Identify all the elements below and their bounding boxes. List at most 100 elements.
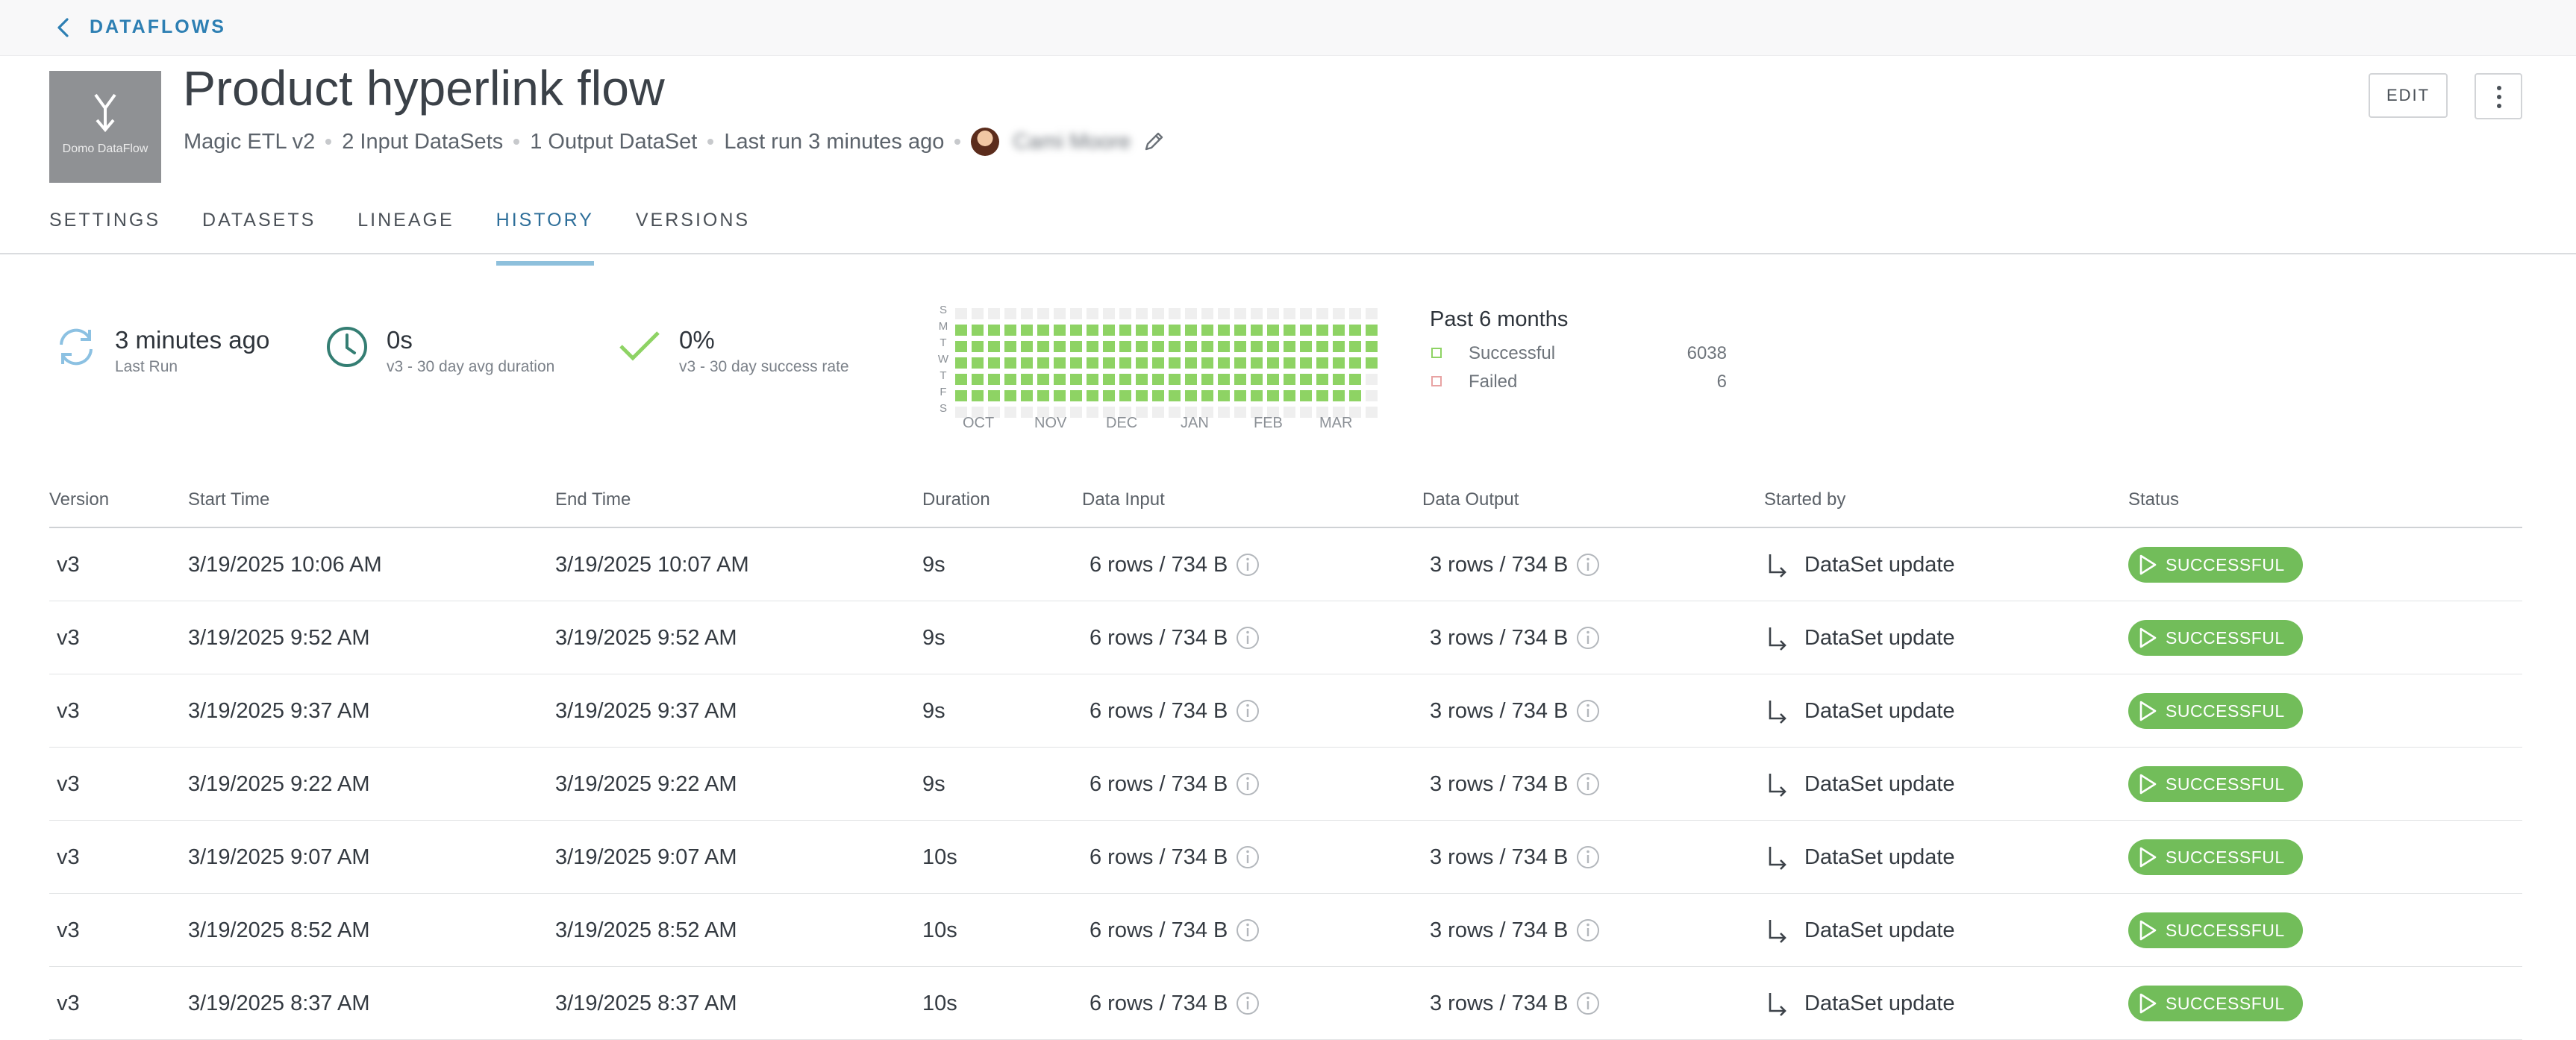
heatmap-cell[interactable] [1366, 374, 1378, 385]
table-row[interactable]: v3 3/19/2025 8:37 AM 3/19/2025 8:37 AM 10s 6… [49, 967, 2522, 1040]
column-header-started-by[interactable]: Started by [1764, 489, 1845, 510]
info-icon[interactable] [1235, 918, 1260, 943]
pencil-icon[interactable] [1141, 129, 1166, 154]
heatmap-cell[interactable] [1201, 341, 1213, 352]
heatmap-cell[interactable] [1087, 357, 1098, 369]
heatmap-cell[interactable] [1136, 390, 1148, 401]
column-header-end-time[interactable]: End Time [555, 489, 631, 510]
heatmap-cell[interactable] [988, 357, 1000, 369]
heatmap-cell[interactable] [1316, 325, 1328, 336]
table-row[interactable]: v3 3/19/2025 8:52 AM 3/19/2025 8:52 AM 10s 6… [49, 894, 2522, 967]
info-icon[interactable] [1575, 552, 1601, 577]
heatmap-cell[interactable] [1185, 357, 1197, 369]
heatmap-cell[interactable] [1021, 374, 1033, 385]
column-header-data-output[interactable]: Data Output [1422, 489, 1519, 510]
heatmap-cell[interactable] [972, 357, 984, 369]
heatmap-cell[interactable] [1267, 341, 1279, 352]
table-row[interactable]: v3 3/19/2025 9:37 AM 3/19/2025 9:37 AM 9s 6 … [49, 674, 2522, 748]
heatmap-cell[interactable] [955, 374, 967, 385]
status-badge[interactable]: SUCCESSFUL [2128, 986, 2303, 1021]
heatmap-cell[interactable] [1267, 308, 1279, 319]
heatmap-cell[interactable] [1234, 374, 1246, 385]
heatmap-cell[interactable] [988, 341, 1000, 352]
heatmap-cell[interactable] [1201, 390, 1213, 401]
heatmap-cell[interactable] [1004, 374, 1016, 385]
heatmap-cell[interactable] [1054, 341, 1066, 352]
heatmap-cell[interactable] [1218, 357, 1230, 369]
heatmap-cell[interactable] [1366, 390, 1378, 401]
tab-settings[interactable]: SETTINGS [49, 201, 160, 254]
heatmap-cell[interactable] [1218, 341, 1230, 352]
heatmap-cell[interactable] [1004, 390, 1016, 401]
heatmap-cell[interactable] [988, 325, 1000, 336]
heatmap-cell[interactable] [1316, 341, 1328, 352]
heatmap-cell[interactable] [1087, 390, 1098, 401]
heatmap-cell[interactable] [1218, 325, 1230, 336]
heatmap-cell[interactable] [972, 308, 984, 319]
info-icon[interactable] [1575, 698, 1601, 724]
heatmap-cell[interactable] [1284, 390, 1295, 401]
table-row[interactable]: v3 3/19/2025 9:22 AM 3/19/2025 9:22 AM 9s 6 … [49, 748, 2522, 821]
heatmap-cell[interactable] [1103, 308, 1115, 319]
heatmap-cell[interactable] [1021, 325, 1033, 336]
heatmap-cell[interactable] [1333, 374, 1345, 385]
tab-datasets[interactable]: DATASETS [202, 201, 316, 254]
heatmap-cell[interactable] [1185, 374, 1197, 385]
heatmap-cell[interactable] [1103, 357, 1115, 369]
heatmap-cell[interactable] [1251, 308, 1263, 319]
heatmap-cell[interactable] [1119, 325, 1131, 336]
heatmap-cell[interactable] [1234, 341, 1246, 352]
heatmap-cell[interactable] [1037, 308, 1049, 319]
heatmap-cell[interactable] [1004, 407, 1016, 418]
heatmap-cell[interactable] [1300, 357, 1312, 369]
heatmap-cell[interactable] [1169, 374, 1181, 385]
table-row[interactable]: v3 3/19/2025 10:06 AM 3/19/2025 10:07 AM 9s… [49, 528, 2522, 601]
heatmap-cell[interactable] [1366, 341, 1378, 352]
heatmap-cell[interactable] [1349, 390, 1361, 401]
heatmap-cell[interactable] [955, 341, 967, 352]
heatmap-cell[interactable] [1333, 390, 1345, 401]
heatmap-cell[interactable] [955, 390, 967, 401]
heatmap-cell[interactable] [1054, 390, 1066, 401]
heatmap-cell[interactable] [1152, 407, 1164, 418]
heatmap-cell[interactable] [1152, 390, 1164, 401]
heatmap-cell[interactable] [988, 374, 1000, 385]
heatmap-cell[interactable] [955, 357, 967, 369]
heatmap-cell[interactable] [1103, 374, 1115, 385]
owner-avatar[interactable] [971, 128, 1000, 156]
heatmap-cell[interactable] [1119, 357, 1131, 369]
heatmap-cell[interactable] [1037, 390, 1049, 401]
status-badge[interactable]: SUCCESSFUL [2128, 839, 2303, 875]
heatmap-cell[interactable] [1054, 374, 1066, 385]
heatmap-cell[interactable] [1218, 374, 1230, 385]
heatmap-cell[interactable] [972, 325, 984, 336]
heatmap-cell[interactable] [1185, 308, 1197, 319]
heatmap-cell[interactable] [1284, 341, 1295, 352]
heatmap-cell[interactable] [1070, 374, 1082, 385]
tab-history[interactable]: HISTORY [495, 201, 595, 266]
heatmap-cell[interactable] [1300, 374, 1312, 385]
heatmap-cell[interactable] [1349, 325, 1361, 336]
owner-name[interactable]: Cami Moore [1013, 130, 1131, 154]
heatmap-cell[interactable] [1218, 407, 1230, 418]
heatmap-cell[interactable] [1185, 341, 1197, 352]
heatmap-cell[interactable] [1136, 357, 1148, 369]
table-row[interactable]: v3 3/19/2025 9:52 AM 3/19/2025 9:52 AM 9s 6 … [49, 601, 2522, 674]
heatmap-cell[interactable] [1234, 357, 1246, 369]
more-options-button[interactable] [2475, 73, 2522, 119]
heatmap-cell[interactable] [1366, 357, 1378, 369]
heatmap-cell[interactable] [1169, 407, 1181, 418]
heatmap-cell[interactable] [1300, 308, 1312, 319]
heatmap-cell[interactable] [1316, 390, 1328, 401]
heatmap-cell[interactable] [1366, 407, 1378, 418]
heatmap-cell[interactable] [1087, 308, 1098, 319]
heatmap-cell[interactable] [955, 325, 967, 336]
status-badge[interactable]: SUCCESSFUL [2128, 693, 2303, 729]
heatmap-cell[interactable] [1054, 308, 1066, 319]
table-row[interactable]: v3 3/19/2025 9:07 AM 3/19/2025 9:07 AM 10s 6… [49, 821, 2522, 894]
heatmap-cell[interactable] [1333, 325, 1345, 336]
heatmap-cell[interactable] [1087, 407, 1098, 418]
heatmap-cell[interactable] [1349, 341, 1361, 352]
heatmap-cell[interactable] [1136, 341, 1148, 352]
heatmap-cell[interactable] [972, 390, 984, 401]
